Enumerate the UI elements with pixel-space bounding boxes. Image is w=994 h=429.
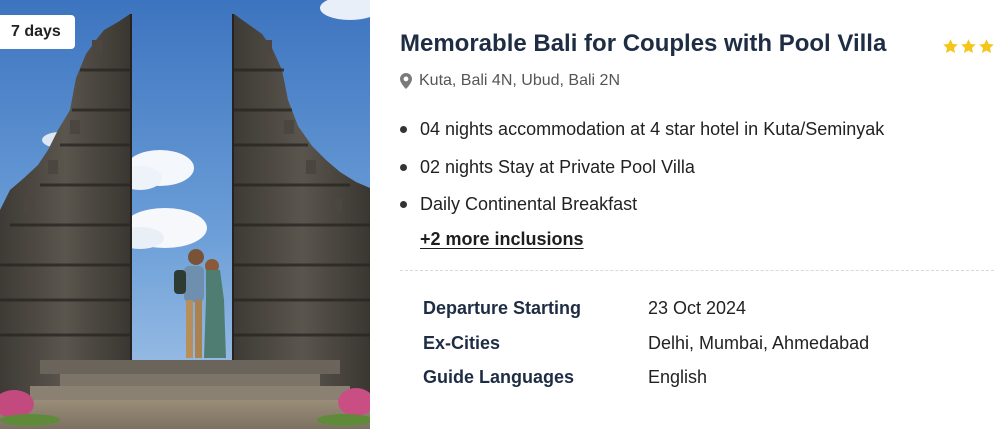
package-photo[interactable]: 7 days [0,0,370,429]
star-icon [979,38,994,53]
detail-value: English [648,367,708,387]
star-icon [961,38,976,53]
bullet-icon [400,126,407,133]
location-line: Kuta, Bali 4N, Ubud, Bali 2N [400,70,620,92]
divider [400,270,994,271]
list-item: 02 nights Stay at Private Pool Villa [400,150,884,188]
list-item: 04 nights accommodation at 4 star hotel … [400,112,884,150]
detail-label: Departure Starting [423,298,582,318]
inclusion-text: 02 nights Stay at Private Pool Villa [420,156,695,177]
inclusion-text: Daily Continental Breakfast [420,194,638,214]
detail-value: Delhi, Mumbai, Ahmedabad [648,332,870,353]
inclusions-list: 04 nights accommodation at 4 star hotel … [400,112,884,225]
bullet-icon [400,201,407,208]
package-details: Memorable Bali for Couples with Pool Vil… [400,0,994,429]
bali-gate-photo [0,0,370,429]
detail-label: Ex-Cities [423,332,501,353]
star-icon [943,38,958,53]
package-card[interactable]: 7 days Memorable Bali for Couples with P… [0,0,994,429]
star-rating [942,33,994,59]
more-inclusions-link[interactable]: +2 more inclusions [420,229,584,250]
list-item: Daily Continental Breakfast [400,187,884,225]
duration-badge: 7 days [0,15,75,49]
package-title[interactable]: Memorable Bali for Couples with Pool Vil… [400,30,886,58]
inclusion-text: 04 nights accommodation at 4 star hotel … [420,119,885,139]
detail-label: Guide Languages [423,367,575,387]
map-pin-icon [400,73,412,89]
bullet-icon [400,163,407,171]
detail-value: 23 Oct 2024 [648,298,747,318]
location-text: Kuta, Bali 4N, Ubud, Bali 2N [419,72,620,89]
